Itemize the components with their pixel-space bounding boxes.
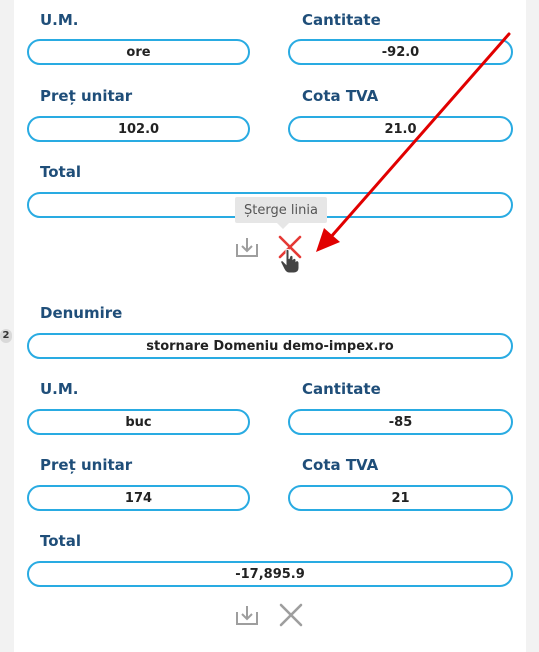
line1-total-label: Total — [40, 163, 81, 181]
line2-um-field[interactable]: buc — [27, 409, 250, 435]
line1-price-field[interactable]: 102.0 — [27, 116, 250, 142]
line1-vat-field[interactable]: 21.0 — [288, 116, 513, 142]
line2-vat-field[interactable]: 21 — [288, 485, 513, 511]
line1-um-label: U.M. — [40, 11, 79, 29]
line2-um-label: U.M. — [40, 380, 79, 398]
line2-price-field[interactable]: 174 — [27, 485, 250, 511]
line2-vat-label: Cota TVA — [302, 456, 379, 474]
hand-pointer-icon — [280, 248, 300, 274]
delete-line-tooltip: Șterge linia — [235, 197, 327, 229]
line2-qty-label: Cantitate — [302, 380, 381, 398]
close-x-icon[interactable] — [279, 603, 303, 627]
download-tray-icon[interactable] — [235, 604, 259, 626]
line1-qty-field[interactable]: -92.0 — [288, 39, 513, 65]
line2-price-label: Preț unitar — [40, 456, 133, 474]
line1-um-field[interactable]: ore — [27, 39, 250, 65]
line2-qty-field[interactable]: -85 — [288, 409, 513, 435]
download-tray-icon[interactable] — [235, 236, 259, 258]
line1-vat-label: Cota TVA — [302, 87, 379, 105]
line1-price-label: Preț unitar — [40, 87, 133, 105]
line2-name-label: Denumire — [40, 304, 123, 322]
line-index-badge: 2 — [0, 329, 12, 343]
line2-total-label: Total — [40, 532, 81, 550]
line2-name-field[interactable]: stornare Domeniu demo-impex.ro — [27, 333, 513, 359]
invoice-lines-panel: U.M. Cantitate ore -92.0 Preț unitar Cot… — [14, 0, 526, 652]
line2-total-field[interactable]: -17,895.9 — [27, 561, 513, 587]
line1-qty-label: Cantitate — [302, 11, 381, 29]
